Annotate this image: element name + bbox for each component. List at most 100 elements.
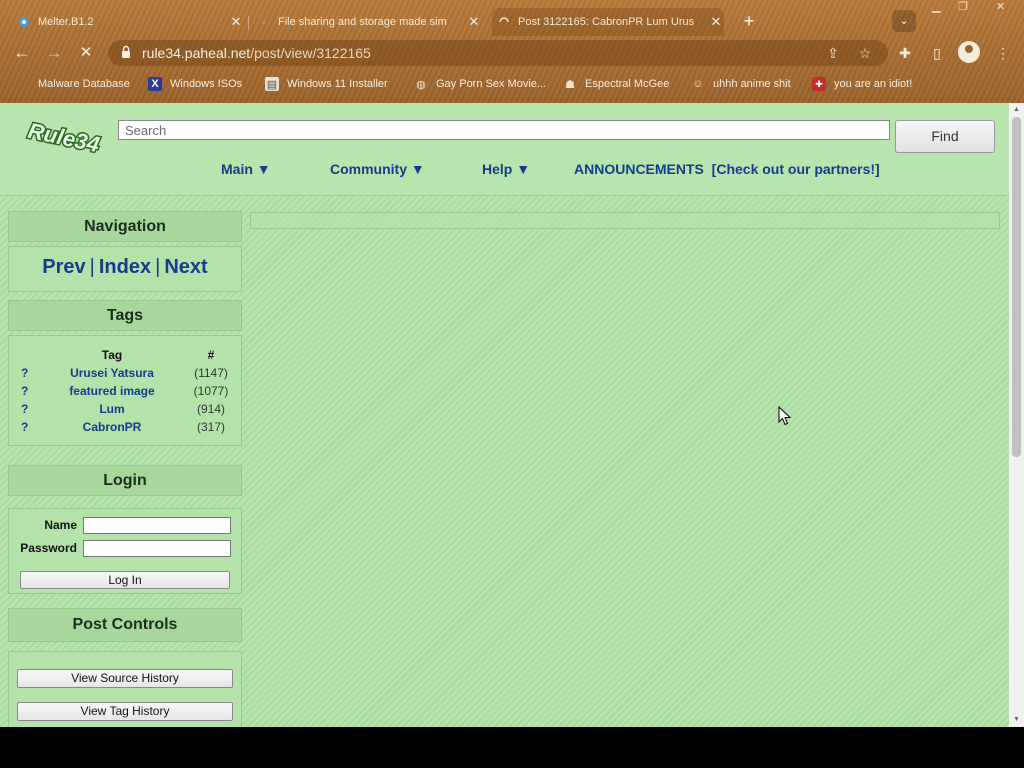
tag-link[interactable]: CabronPR bbox=[37, 420, 187, 434]
face-icon: ☺ bbox=[692, 78, 704, 90]
tag-count: (1077) bbox=[193, 384, 229, 398]
find-button[interactable]: Find bbox=[895, 120, 995, 153]
table-row: ? featured image (1077) bbox=[17, 384, 231, 402]
profile-avatar[interactable] bbox=[958, 41, 980, 63]
menu-main[interactable]: Main ▼ bbox=[221, 161, 271, 177]
tag-link[interactable]: featured image bbox=[37, 384, 187, 398]
pager-separator: | bbox=[155, 256, 161, 278]
tab-post[interactable]: Post 3122165: CabronPR Lum Urus ✕ bbox=[492, 8, 724, 36]
bookmark-windows-isos[interactable]: X Windows ISOs bbox=[148, 75, 242, 93]
tags-table-header: Tag # bbox=[17, 348, 231, 366]
password-label: Password bbox=[20, 541, 77, 555]
back-arrow-icon[interactable]: ← bbox=[10, 41, 34, 65]
bookmark-windows-11-installer[interactable]: ▤ Windows 11 Installer bbox=[265, 75, 388, 93]
navigation-panel: Prev | Index | Next bbox=[8, 246, 242, 292]
navigation-heading: Navigation bbox=[8, 211, 242, 242]
tag-link[interactable]: Urusei Yatsura bbox=[37, 366, 187, 380]
password-field[interactable] bbox=[83, 540, 231, 557]
post-pager: Prev | Index | Next bbox=[9, 256, 241, 279]
log-in-button[interactable]: Log In bbox=[20, 571, 230, 589]
mouse-cursor-icon bbox=[778, 406, 792, 426]
site-header: Rule34 Find Main ▼ Community ▼ Help ▼ AN… bbox=[0, 103, 1009, 196]
tag-wiki-link[interactable]: ? bbox=[21, 420, 37, 434]
close-tab-icon[interactable]: ✕ bbox=[228, 14, 244, 30]
tags-heading: Tags bbox=[8, 300, 242, 331]
index-link[interactable]: Index bbox=[99, 256, 151, 278]
scrollbar-thumb[interactable] bbox=[1012, 117, 1021, 457]
bookmark-label: you are an idiot! bbox=[834, 78, 913, 90]
tag-wiki-link[interactable]: ? bbox=[21, 402, 37, 416]
count-column-header: # bbox=[207, 348, 215, 362]
web-page: Rule34 Find Main ▼ Community ▼ Help ▼ AN… bbox=[0, 103, 1009, 727]
scroll-up-arrow-icon[interactable]: ▲ bbox=[1009, 103, 1024, 117]
screen-bottom-edge bbox=[0, 727, 1024, 768]
tab-search-icon[interactable]: ⌄ bbox=[892, 10, 916, 32]
bookmarks-bar: Malware Database X Windows ISOs ▤ Window… bbox=[0, 72, 1024, 96]
bookmark-star-icon[interactable]: ☆ bbox=[856, 44, 874, 62]
post-image-area bbox=[250, 212, 1000, 229]
forward-arrow-icon[interactable]: → bbox=[42, 41, 66, 65]
page-icon: ▤ bbox=[265, 77, 279, 91]
tag-wiki-link[interactable]: ? bbox=[21, 366, 37, 380]
tab-title: Melter.B1.2 bbox=[38, 16, 94, 28]
url-text: rule34.paheal.net/post/view/3122165 bbox=[142, 45, 371, 61]
close-tab-icon[interactable]: ✕ bbox=[708, 14, 724, 30]
side-panel-icon[interactable]: ▯ bbox=[926, 42, 948, 64]
kebab-menu-icon[interactable]: ⋮ bbox=[992, 42, 1014, 64]
menu-community[interactable]: Community ▼ bbox=[330, 161, 425, 177]
close-tab-icon[interactable]: ✕ bbox=[466, 14, 482, 30]
flag-icon: ✚ bbox=[812, 77, 826, 91]
tag-column-header: Tag bbox=[101, 348, 123, 362]
lock-icon bbox=[120, 45, 134, 59]
tag-count: (317) bbox=[196, 420, 225, 434]
tags-table: Tag # ? Urusei Yatsura (1147) ? featured… bbox=[17, 348, 231, 438]
x-logo-icon: X bbox=[148, 77, 162, 91]
browser-toolbar: ← → ✕ rule34.paheal.net/post/view/312216… bbox=[0, 38, 1024, 68]
menu-announcements[interactable]: ANNOUNCEMENTS [Check out our partners!] bbox=[574, 161, 880, 177]
tags-panel: Tag # ? Urusei Yatsura (1147) ? featured… bbox=[8, 335, 242, 446]
bookmark-label: Gay Porn Sex Movie... bbox=[436, 78, 547, 90]
tag-count: (914) bbox=[196, 402, 225, 416]
bookmark-label: Windows ISOs bbox=[170, 78, 243, 90]
bookmark-gay-porn-sex-movie[interactable]: ◍ Gay Porn Sex Movie... bbox=[414, 75, 546, 93]
tab-melter[interactable]: Melter.B1.2 ✕ bbox=[18, 8, 244, 36]
bookmark-label: uhhh anime shit bbox=[713, 78, 791, 90]
extensions-puzzle-icon[interactable]: ✚ bbox=[894, 42, 916, 64]
page-scrollbar[interactable]: ▲ ▼ bbox=[1009, 103, 1024, 727]
scroll-down-arrow-icon[interactable]: ▼ bbox=[1009, 713, 1024, 727]
tag-link[interactable]: Lum bbox=[37, 402, 187, 416]
bookmark-espectral-mcgee[interactable]: ☗ Espectral McGee bbox=[563, 75, 669, 93]
tab-strip: Melter.B1.2 ✕ · File sharing and storage… bbox=[0, 8, 1024, 36]
bookmark-label: Espectral McGee bbox=[585, 78, 670, 90]
address-bar[interactable]: rule34.paheal.net/post/view/3122165 ⇪ ☆ bbox=[108, 40, 888, 66]
bookmark-uhhh-anime-shit[interactable]: ☺ uhhh anime shit bbox=[691, 75, 791, 93]
stop-loading-icon[interactable]: ✕ bbox=[74, 41, 98, 65]
melter-icon bbox=[18, 16, 30, 28]
ghost-icon: ☗ bbox=[565, 78, 575, 91]
pager-separator: | bbox=[89, 256, 95, 278]
bookmark-you-are-an-idiot[interactable]: ✚ you are an idiot! bbox=[812, 75, 912, 93]
prev-link[interactable]: Prev bbox=[42, 256, 85, 278]
next-link[interactable]: Next bbox=[164, 256, 207, 278]
tag-count: (1147) bbox=[194, 366, 228, 380]
url-host: rule34.paheal.net bbox=[142, 45, 251, 61]
name-field[interactable] bbox=[83, 517, 231, 534]
share-icon[interactable]: ⇪ bbox=[824, 44, 842, 62]
view-tag-history-button[interactable]: View Tag History bbox=[17, 702, 233, 721]
menu-help[interactable]: Help ▼ bbox=[482, 161, 530, 177]
table-row: ? CabronPR (317) bbox=[17, 420, 231, 438]
logo-text: Rule34 bbox=[26, 118, 102, 157]
search-input[interactable] bbox=[118, 120, 890, 140]
tab-divider bbox=[248, 16, 249, 30]
name-label: Name bbox=[44, 518, 77, 532]
bookmark-malware-database[interactable]: Malware Database bbox=[20, 75, 130, 93]
tab-file-sharing[interactable]: · File sharing and storage made sim ✕ bbox=[258, 8, 482, 36]
login-heading: Login bbox=[8, 465, 242, 496]
view-source-history-button[interactable]: View Source History bbox=[17, 669, 233, 688]
browser-chrome: ▁ ❐ ✕ Melter.B1.2 ✕ · File sharing and s… bbox=[0, 0, 1024, 103]
table-row: ? Urusei Yatsura (1147) bbox=[17, 366, 231, 384]
tab-title: Post 3122165: CabronPR Lum Urus bbox=[518, 16, 695, 28]
new-tab-button[interactable]: + bbox=[738, 10, 760, 32]
site-logo[interactable]: Rule34 bbox=[22, 116, 106, 158]
tag-wiki-link[interactable]: ? bbox=[21, 384, 37, 398]
